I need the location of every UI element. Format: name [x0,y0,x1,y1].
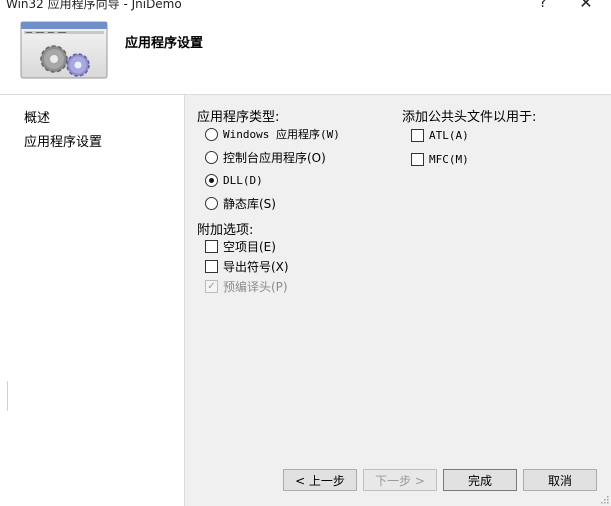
check-precompiled-header-box: ✓ [205,279,218,293]
radio-console-app[interactable]: 控制台应用程序(O) [205,148,326,166]
radio-dll[interactable]: DLL(D) [205,171,263,189]
window-title: Win32 应用程序向导 - JniDemo [6,0,182,11]
radio-console-app-indicator[interactable] [205,150,218,164]
radio-windows-app-indicator[interactable] [205,127,218,141]
check-precompiled-header: ✓ 预编译头(P) [205,277,288,295]
extra-options-label: 附加选项: [197,223,254,238]
radio-static-lib[interactable]: 静态库(S) [205,194,276,212]
check-empty-project-label: 空项目(E) [223,239,276,254]
nav-item-app-settings[interactable]: 应用程序设置 [24,131,102,150]
nav-item-overview[interactable]: 概述 [24,107,50,126]
check-export-symbols-label: 导出符号(X) [223,259,289,274]
check-precompiled-header-label: 预编译头(P) [223,279,288,294]
check-mfc-label: MFC(M) [429,152,469,166]
app-type-label: 应用程序类型: [197,110,280,125]
help-button[interactable]: ? [533,0,553,13]
radio-static-lib-label: 静态库(S) [223,196,276,211]
check-mfc[interactable]: MFC(M) [411,150,469,168]
radio-windows-app[interactable]: Windows 应用程序(W) [205,125,340,143]
gears-icon [20,21,110,81]
common-headers-label: 添加公共头文件以用于: [402,110,537,125]
resize-grip-icon[interactable] [599,494,609,504]
check-empty-project-box[interactable] [205,239,218,253]
cancel-button[interactable]: 取消 [523,469,597,491]
check-atl-label: ATL(A) [429,128,469,142]
next-button: 下一步 > [363,469,437,491]
check-mfc-box[interactable] [411,152,424,166]
back-button[interactable]: < 上一步 [283,469,357,491]
wizard-nav: 概述 应用程序设置 [0,95,184,506]
radio-dll-label: DLL(D) [223,173,263,187]
title-bar: Win32 应用程序向导 - JniDemo ? ✕ [0,0,611,14]
check-atl-box[interactable] [411,128,424,142]
radio-dll-indicator[interactable] [205,173,218,187]
check-atl[interactable]: ATL(A) [411,126,469,144]
check-empty-project[interactable]: 空项目(E) [205,237,276,255]
wizard-header: 应用程序设置 [0,14,611,95]
settings-panel: 应用程序类型: Windows 应用程序(W) 控制台应用程序(O) DLL(D… [184,95,611,506]
nav-divider [0,381,8,411]
check-export-symbols[interactable]: 导出符号(X) [205,257,289,275]
page-title: 应用程序设置 [125,36,204,51]
radio-console-app-label: 控制台应用程序(O) [223,150,326,165]
radio-static-lib-indicator[interactable] [205,196,218,210]
check-export-symbols-box[interactable] [205,259,218,273]
finish-button[interactable]: 完成 [443,469,517,491]
close-button[interactable]: ✕ [576,0,596,13]
radio-windows-app-label: Windows 应用程序(W) [223,128,340,141]
